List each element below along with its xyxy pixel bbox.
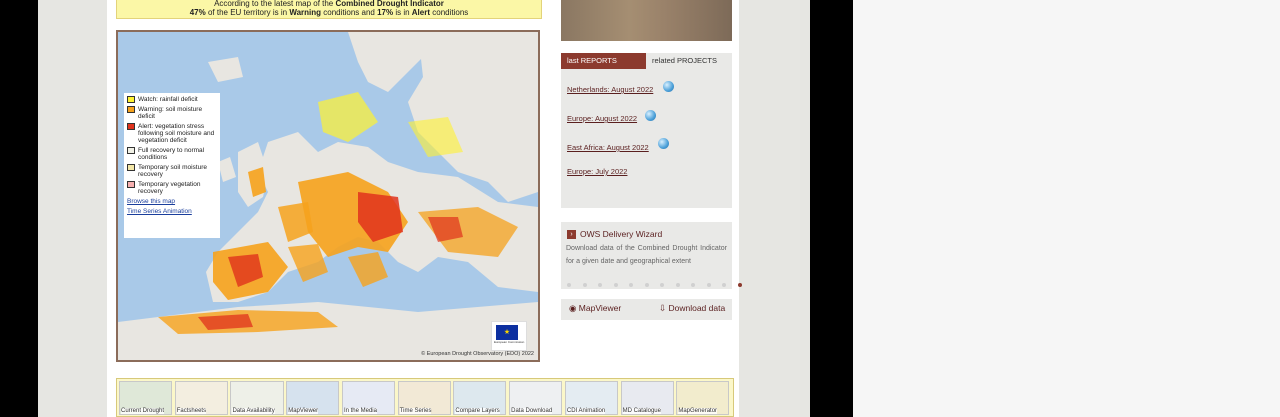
legend-label: Temporary soil moisture recovery (138, 164, 207, 178)
download-label: Download data (668, 303, 726, 313)
time-series-animation-link[interactable]: Time Series Animation (127, 208, 217, 215)
thumbnail-label: MapGenerator (678, 408, 718, 414)
right-black-bar (810, 0, 853, 417)
thumbnail-item[interactable]: In the Media (341, 381, 395, 415)
mapviewer-label: MapViewer (578, 303, 622, 313)
legend-item-watch: Watch: rainfall deficit (127, 96, 217, 103)
legend-label: Alert: vegetation stress following soil … (138, 123, 215, 144)
download-data-button[interactable]: ⇩ Download data (659, 303, 725, 314)
left-black-bar (0, 0, 38, 417)
eu-logo-text: European Commission (494, 340, 525, 344)
report-link-europe-august[interactable]: Europe: August 2022 (567, 114, 637, 123)
notice-text: is in (393, 7, 412, 17)
legend-label: Temporary vegetation recovery (138, 181, 201, 195)
thumbnail-label: Current Drought (121, 408, 165, 414)
legend-swatch (127, 181, 135, 188)
carousel-dots (567, 283, 753, 287)
thumbnail-item[interactable]: Current Drought (119, 381, 173, 415)
thumbnail-item[interactable]: MapGenerator (676, 381, 730, 415)
thumbnail-strip: Current Drought Factsheets Data Availabili… (116, 378, 734, 417)
legend-swatch (127, 164, 135, 171)
tab-related-projects[interactable]: related PROJECTS (646, 53, 732, 69)
carousel-dot[interactable] (598, 283, 602, 287)
thumbnail-label: Data Download (511, 408, 553, 414)
legend-item-warning: Warning: soil moisture deficit (127, 106, 217, 120)
legend-swatch (127, 106, 135, 113)
carousel-dot[interactable] (613, 283, 618, 287)
thumbnail-label: Compare Layers (455, 408, 500, 414)
notice-alert-word: Alert (411, 7, 431, 17)
globe-icon[interactable] (645, 110, 656, 121)
thumbnail-item[interactable]: Time Series (397, 381, 451, 415)
reports-panel: last REPORTS related PROJECTS Netherland… (561, 53, 732, 208)
globe-icon[interactable] (658, 138, 669, 149)
carousel-dot[interactable] (644, 283, 649, 287)
thumbnail-label: CDI Animation (566, 408, 606, 414)
thumbnail-label: In the Media (343, 408, 377, 414)
legend-item-vegetation-recovery: Temporary vegetation recovery (127, 181, 217, 195)
legend-label: Watch: rainfall deficit (138, 96, 198, 103)
drought-map[interactable]: Watch: rainfall deficit Warning: soil mo… (116, 30, 540, 362)
mapviewer-button[interactable]: ◉ MapViewer (569, 303, 621, 314)
carousel-dot[interactable] (582, 283, 587, 287)
report-link-netherlands[interactable]: Netherlands: August 2022 (567, 85, 653, 94)
carousel-dot[interactable] (737, 283, 742, 287)
carousel-dot[interactable] (629, 283, 633, 287)
drought-notice: According to the latest map of the Combi… (116, 0, 542, 19)
browse-map-link[interactable]: Browse this map (127, 198, 217, 205)
carousel-dot[interactable] (706, 283, 711, 287)
notice-alert-pct: 17% (377, 7, 394, 17)
globe-icon[interactable] (663, 81, 674, 92)
legend-swatch (127, 123, 135, 130)
thumbnail-item[interactable]: CDI Animation (564, 381, 618, 415)
legend-item-soil-recovery: Temporary soil moisture recovery (127, 164, 217, 178)
carousel-dot[interactable] (567, 283, 571, 287)
notice-warning-pct: 47% (189, 7, 206, 17)
ows-delivery-wizard: › OWS Delivery Wizard Download data of th… (561, 222, 742, 289)
ows-title[interactable]: › OWS Delivery Wizard (567, 229, 662, 239)
thumbnail-item[interactable]: Data Download (509, 381, 563, 415)
legend-label: Full recovery to normal conditions (138, 147, 205, 161)
legend-label: Warning: soil moisture deficit (138, 106, 203, 120)
ows-description: Download data of the Combined Drought In… (566, 245, 727, 265)
thumbnail-label: Data Availability (232, 408, 275, 414)
notice-text: of the EU territory is in (205, 7, 290, 17)
ows-title-text: OWS Delivery Wizard (580, 229, 663, 239)
thumbnail-item[interactable]: MD Catalogue (620, 381, 674, 415)
arrow-right-icon: › (567, 229, 576, 239)
carousel-dot[interactable] (660, 283, 664, 287)
carousel-dot[interactable] (691, 283, 695, 287)
map-actions: ◉ MapViewer ⇩ Download data (561, 299, 732, 320)
legend-swatch (127, 147, 135, 154)
carousel-dot[interactable] (675, 283, 680, 287)
map-copyright: © European Drought Observatory (EDO) 202… (421, 351, 534, 357)
camera-icon: ◉ (569, 303, 579, 313)
legend-item-full-recovery: Full recovery to normal conditions (127, 147, 217, 161)
notice-warning-word: Warning (289, 7, 322, 17)
thumbnail-item[interactable]: Factsheets (174, 381, 228, 415)
thumbnail-label: MapViewer (288, 408, 319, 414)
report-link-europe-july[interactable]: Europe: July 2022 (567, 167, 627, 176)
thumbnail-label: MD Catalogue (622, 408, 661, 414)
legend-swatch (127, 96, 135, 103)
thumbnail-label: Factsheets (176, 408, 207, 414)
carousel-dot[interactable] (722, 283, 726, 287)
eu-flag-icon: ★ (496, 325, 518, 340)
thumbnail-label: Time Series (399, 408, 432, 414)
map-legend: Watch: rainfall deficit Warning: soil mo… (124, 93, 220, 238)
thumbnail-item[interactable]: MapViewer (286, 381, 340, 415)
thumbnail-item[interactable]: Compare Layers (453, 381, 507, 415)
header-photo (561, 0, 732, 41)
notice-text: conditions and (321, 7, 378, 17)
legend-item-alert: Alert: vegetation stress following soil … (127, 123, 217, 144)
report-link-east-africa[interactable]: East Africa: August 2022 (567, 143, 649, 152)
notice-text: conditions (430, 7, 469, 17)
tab-last-reports[interactable]: last REPORTS (561, 53, 646, 69)
eu-logo: ★ European Commission (491, 321, 527, 351)
thumbnail-item[interactable]: Data Availability (230, 381, 284, 415)
